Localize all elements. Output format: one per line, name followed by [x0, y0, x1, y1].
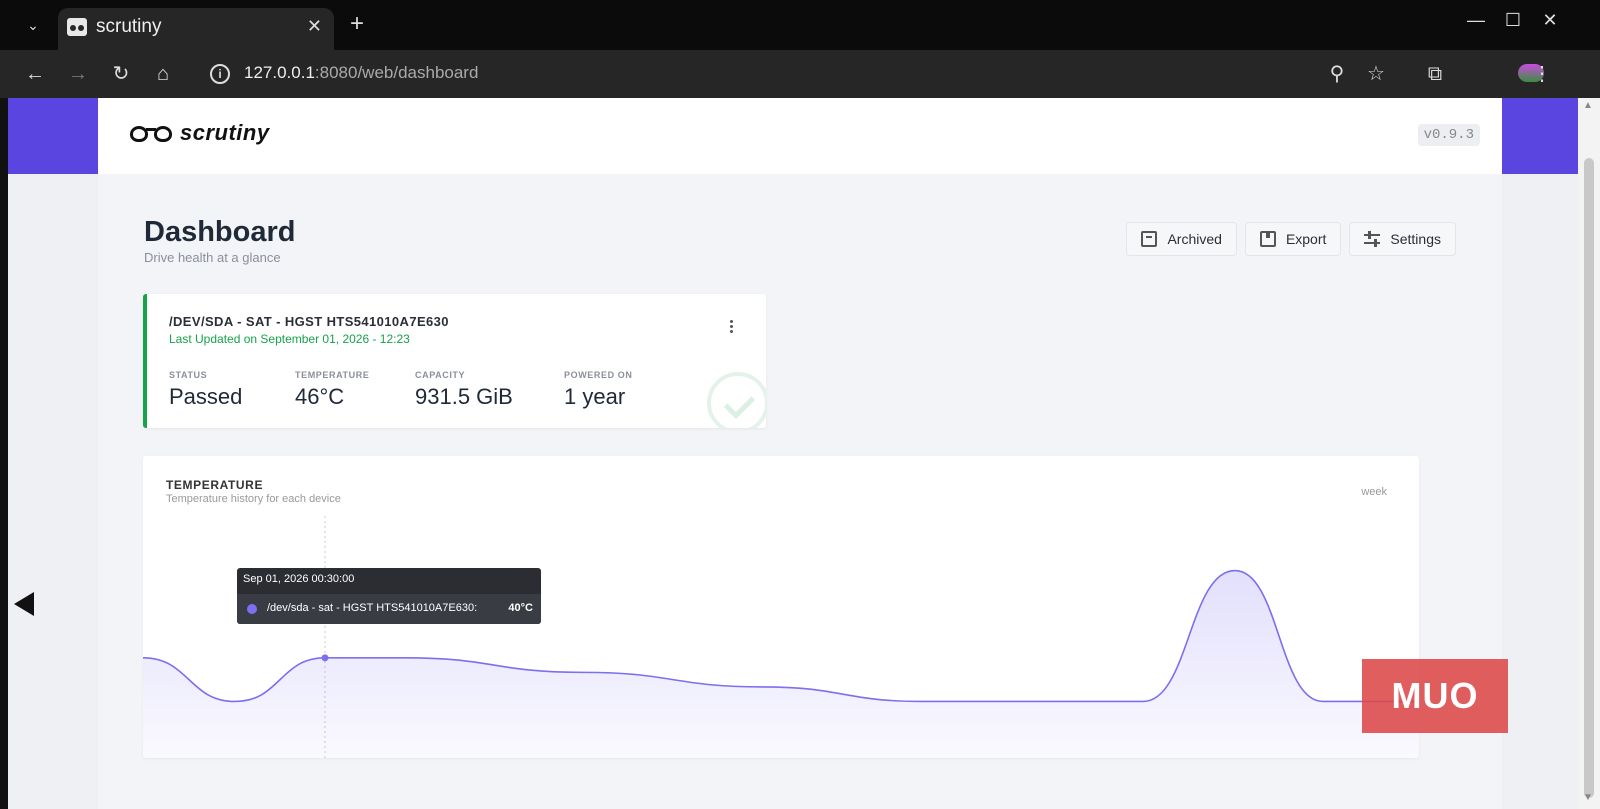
url-text[interactable]: 127.0.0.1:8080/web/dashboard: [244, 63, 478, 83]
scrutiny-logo[interactable]: scrutiny: [130, 120, 270, 146]
maximize-icon[interactable]: ☐: [1501, 10, 1525, 31]
temperature-chart[interactable]: [143, 516, 1419, 758]
logo-text: scrutiny: [180, 120, 270, 145]
home-icon[interactable]: ⌂: [149, 60, 177, 88]
scrutiny-favicon-icon: [67, 18, 87, 36]
series-dot-icon: [247, 604, 257, 614]
url-host: 127.0.0.1: [244, 63, 315, 82]
export-button-label: Export: [1285, 231, 1327, 247]
tooltip-time: Sep 01, 2026 00:30:00: [243, 573, 355, 585]
stat-value: 46°C: [295, 384, 345, 409]
extensions-icon[interactable]: ⧉: [1421, 60, 1449, 88]
stat-label: TEMPERATURE: [295, 370, 370, 380]
device-card[interactable]: /DEV/SDA - SAT - HGST HTS541010A7E630 La…: [143, 294, 766, 428]
tooltip-series-name: /dev/sda - sat - HGST HTS541010A7E630:: [267, 602, 478, 614]
app-header: scrutiny v0.9.3: [98, 98, 1502, 174]
tooltip-value: 40°C: [508, 602, 533, 614]
stat-powered-on: POWERED ON 1 year: [564, 370, 633, 410]
zoom-icon[interactable]: ⚲: [1323, 60, 1351, 88]
page-scrollbar[interactable]: ▲ ▼: [1578, 98, 1600, 809]
watermark-logo: MUO: [1362, 659, 1508, 733]
stat-label: CAPACITY: [415, 370, 466, 380]
archived-button[interactable]: Archived: [1126, 222, 1237, 256]
device-last-updated: Last Updated on September 01, 2026 - 12:…: [169, 332, 410, 346]
temperature-range-selector[interactable]: week: [1361, 486, 1387, 498]
forward-icon[interactable]: →: [64, 60, 92, 88]
chart-tooltip: Sep 01, 2026 00:30:00 /dev/sda - sat - H…: [237, 568, 541, 624]
reload-icon[interactable]: ↻: [107, 60, 135, 88]
page-subtitle: Drive health at a glance: [144, 250, 281, 265]
tab-search-chevron-icon[interactable]: ⌄: [22, 14, 44, 36]
temperature-subtitle: Temperature history for each device: [166, 493, 341, 505]
bookmark-star-icon[interactable]: ☆: [1362, 60, 1390, 88]
back-icon[interactable]: ←: [21, 60, 49, 88]
new-tab-icon[interactable]: +: [350, 10, 364, 38]
stat-label: POWERED ON: [564, 370, 633, 380]
settings-button-label: Settings: [1390, 231, 1441, 247]
settings-button[interactable]: Settings: [1349, 222, 1456, 256]
tooltip-row: /dev/sda - sat - HGST HTS541010A7E630: 4…: [237, 594, 541, 624]
browser-tab-bar: ⌄ scrutiny ✕ + — ☐ ✕: [0, 0, 1600, 50]
passed-check-icon: [707, 372, 766, 428]
archived-button-label: Archived: [1167, 231, 1222, 247]
browser-tab[interactable]: scrutiny ✕: [58, 8, 334, 50]
left-arrow-icon: [14, 592, 34, 616]
dashboard-actions: Archived Export Settings: [1118, 222, 1456, 256]
window-close-icon[interactable]: ✕: [1538, 10, 1562, 31]
page-title: Dashboard: [144, 216, 296, 248]
close-tab-icon[interactable]: ✕: [307, 16, 322, 37]
scroll-down-icon[interactable]: ▼: [1583, 792, 1593, 803]
browser-toolbar: ← → ↻ ⌂ i 127.0.0.1:8080/web/dashboard ⚲…: [0, 50, 1600, 98]
stat-value: Passed: [169, 384, 243, 409]
page-viewport: scrutiny v0.9.3 Dashboard Drive health a…: [8, 98, 1586, 809]
save-icon: [1259, 231, 1276, 247]
minimize-icon[interactable]: —: [1464, 10, 1488, 31]
stat-temperature: TEMPERATURE 46°C: [295, 370, 369, 410]
stat-label: STATUS: [169, 370, 208, 380]
archive-icon: [1141, 231, 1158, 247]
export-button[interactable]: Export: [1244, 222, 1342, 256]
app-container: scrutiny v0.9.3 Dashboard Drive health a…: [98, 98, 1502, 809]
device-menu-icon[interactable]: [730, 320, 734, 335]
site-info-icon[interactable]: i: [210, 64, 230, 84]
address-bar[interactable]: i 127.0.0.1:8080/web/dashboard: [204, 58, 1424, 90]
stat-value: 931.5 GiB: [415, 384, 513, 409]
scroll-up-icon[interactable]: ▲: [1583, 100, 1593, 111]
hovered-data-point[interactable]: [321, 654, 329, 662]
browser-menu-icon[interactable]: ⋮: [1528, 60, 1556, 88]
temperature-title: TEMPERATURE: [166, 478, 264, 492]
stat-status: STATUS Passed: [169, 370, 242, 410]
sliders-icon: [1364, 231, 1381, 247]
scroll-thumb[interactable]: [1584, 158, 1594, 798]
device-name[interactable]: /DEV/SDA - SAT - HGST HTS541010A7E630: [169, 314, 449, 329]
url-path: :8080/web/dashboard: [314, 63, 479, 82]
version-badge: v0.9.3: [1417, 124, 1480, 146]
stat-value: 1 year: [564, 384, 626, 409]
stat-capacity: CAPACITY 931.5 GiB: [415, 370, 513, 410]
glasses-logo-icon: [130, 122, 174, 144]
tab-title: scrutiny: [96, 16, 162, 37]
